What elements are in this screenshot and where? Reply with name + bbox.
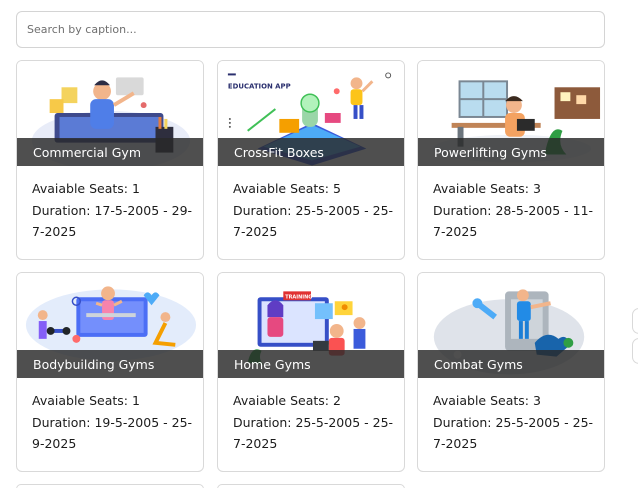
card-caption: CrossFit Boxes: [218, 138, 404, 166]
card-caption: Home Gyms: [218, 350, 404, 378]
card-home-gyms[interactable]: TRAINING Home Gyms Avaiable Seats: 2 Dur…: [217, 272, 405, 472]
seats-label: Avaiable Seats: 3: [433, 181, 541, 196]
search-input[interactable]: [27, 12, 604, 47]
seats-label: Avaiable Seats: 1: [32, 181, 140, 196]
seats-label: Avaiable Seats: 1: [32, 393, 140, 408]
scroll-edge-decoration: [632, 308, 638, 334]
card-commercial-gym[interactable]: Commercial Gym Avaiable Seats: 1 Duratio…: [16, 60, 204, 260]
card-bodybuilding-gyms[interactable]: Bodybuilding Gyms Avaiable Seats: 1 Dura…: [16, 272, 204, 472]
card-crossfit-boxes[interactable]: EDUCATION APP CrossFit Boxes Avaiable Se…: [217, 60, 405, 260]
duration-label: Duration: 25-5-2005 - 25-7-2025: [233, 202, 394, 240]
card-caption: Powerlifting Gyms: [418, 138, 604, 166]
image-text: TRAINING: [285, 294, 312, 300]
card-combat-gyms[interactable]: Combat Gyms Avaiable Seats: 3 Duration: …: [417, 272, 605, 472]
duration-label: Duration: 28-5-2005 - 11-7-2025: [433, 202, 594, 240]
image-text: EDUCATION APP: [228, 82, 291, 90]
duration-label: Duration: 25-5-2005 - 25-7-2025: [233, 414, 394, 452]
search-box[interactable]: [16, 11, 605, 48]
duration-label: Duration: 17-5-2005 - 29-7-2025: [32, 202, 193, 240]
card-powerlifting-gyms[interactable]: Powerlifting Gyms Avaiable Seats: 3 Dura…: [417, 60, 605, 260]
card-partial[interactable]: [217, 484, 405, 488]
duration-label: Duration: 19-5-2005 - 25-9-2025: [32, 414, 193, 452]
card-partial[interactable]: [16, 484, 204, 488]
seats-label: Avaiable Seats: 5: [233, 181, 341, 196]
duration-label: Duration: 25-5-2005 - 25-7-2025: [433, 414, 594, 452]
seats-label: Avaiable Seats: 2: [233, 393, 341, 408]
seats-label: Avaiable Seats: 3: [433, 393, 541, 408]
card-caption: Bodybuilding Gyms: [17, 350, 203, 378]
card-caption: Commercial Gym: [17, 138, 203, 166]
card-caption: Combat Gyms: [418, 350, 604, 378]
scroll-edge-decoration: [632, 338, 638, 364]
